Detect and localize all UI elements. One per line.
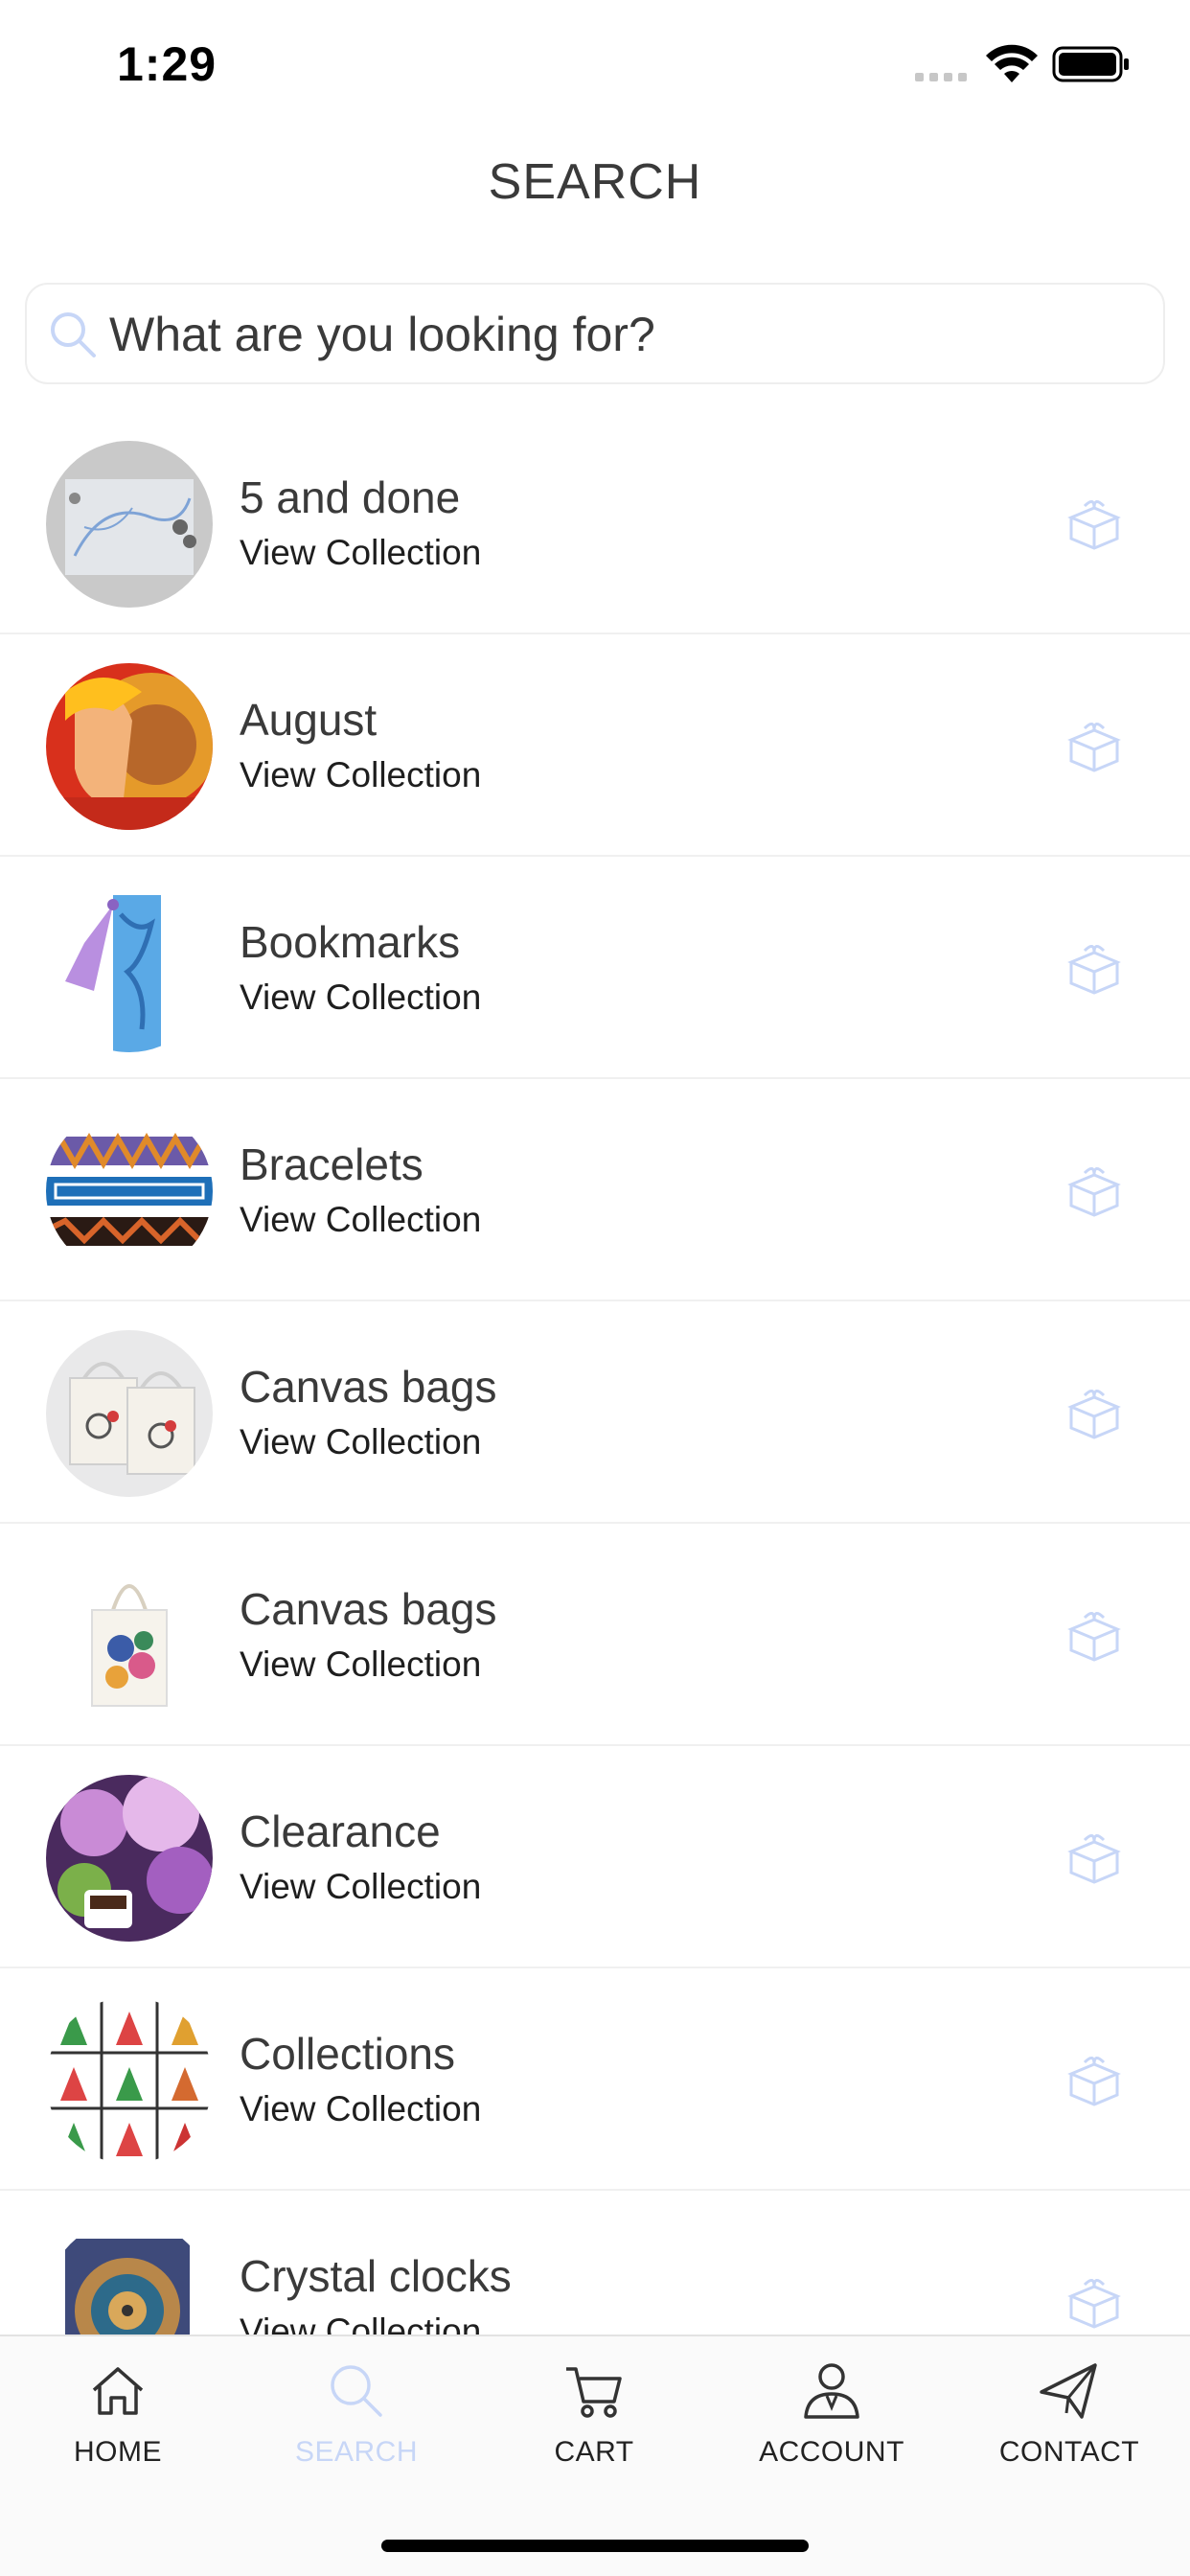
gift-box-icon[interactable] — [1064, 2273, 1125, 2334]
search-bar[interactable] — [25, 283, 1165, 384]
list-item[interactable]: Crystal clocks View Collection — [0, 2191, 1190, 2334]
battery-icon — [1052, 46, 1129, 82]
gift-box-icon[interactable] — [1064, 1162, 1125, 1223]
collection-title: August — [240, 695, 378, 745]
gift-box-icon[interactable] — [1064, 939, 1125, 1000]
gift-box-icon[interactable] — [1064, 1828, 1125, 1890]
collection-thumbnail — [46, 663, 213, 830]
collection-thumbnail — [46, 886, 213, 1052]
collection-title: Canvas bags — [240, 1362, 497, 1412]
tab-label: CART — [554, 2436, 634, 2468]
tab-home[interactable]: HOME — [22, 2358, 214, 2492]
collection-thumbnail — [46, 441, 213, 608]
view-collection-link[interactable]: View Collection — [240, 1422, 481, 1462]
collection-thumbnail — [46, 1552, 213, 1719]
search-input[interactable] — [109, 302, 1144, 367]
gift-box-icon[interactable] — [1064, 2051, 1125, 2112]
tab-label: CONTACT — [998, 2436, 1140, 2468]
collection-title: Clearance — [240, 1806, 441, 1856]
collection-thumbnail — [46, 2220, 213, 2334]
collection-title: Bookmarks — [240, 917, 461, 967]
collection-thumbnail — [46, 1997, 213, 2164]
search-icon — [51, 312, 96, 357]
paper-plane-icon — [1040, 2363, 1097, 2419]
view-collection-link[interactable]: View Collection — [240, 2089, 481, 2129]
home-indicator[interactable] — [381, 2540, 809, 2552]
collection-thumbnail — [46, 1108, 213, 1275]
list-item[interactable]: 5 and done View Collection — [0, 412, 1190, 634]
list-item[interactable]: Clearance View Collection — [0, 1746, 1190, 1968]
gift-box-icon[interactable] — [1064, 717, 1125, 778]
tab-cart[interactable]: CART — [498, 2358, 690, 2492]
collection-thumbnail — [46, 1775, 213, 1942]
view-collection-link[interactable]: View Collection — [240, 1644, 481, 1685]
home-icon — [92, 2367, 144, 2415]
list-item[interactable]: Canvas bags View Collection — [0, 1524, 1190, 1746]
list-item[interactable]: Canvas bags View Collection — [0, 1301, 1190, 1524]
search-icon — [331, 2365, 382, 2417]
cart-icon — [566, 2367, 622, 2418]
gift-box-icon[interactable] — [1064, 494, 1125, 556]
status-bar: 1:29 — [0, 0, 1190, 128]
collection-title: Canvas bags — [240, 1584, 497, 1634]
collection-thumbnail — [46, 1330, 213, 1497]
account-icon — [804, 2363, 859, 2419]
view-collection-link[interactable]: View Collection — [240, 755, 481, 795]
collection-title: Collections — [240, 2029, 455, 2079]
tab-label: HOME — [74, 2436, 162, 2468]
view-collection-link[interactable]: View Collection — [240, 978, 481, 1018]
tab-contact[interactable]: CONTACT — [973, 2358, 1165, 2492]
list-item[interactable]: Bracelets View Collection — [0, 1079, 1190, 1301]
list-item[interactable]: August View Collection — [0, 634, 1190, 857]
list-item[interactable]: Bookmarks View Collection — [0, 857, 1190, 1079]
tab-search[interactable]: SEARCH — [261, 2358, 452, 2492]
collection-title: Bracelets — [240, 1139, 423, 1189]
view-collection-link[interactable]: View Collection — [240, 533, 481, 573]
page-title: SEARCH — [488, 154, 702, 210]
wifi-icon — [986, 44, 1038, 82]
tab-account[interactable]: ACCOUNT — [736, 2358, 927, 2492]
tab-label: SEARCH — [294, 2436, 419, 2468]
status-time: 1:29 — [117, 37, 217, 91]
gift-box-icon[interactable] — [1064, 1384, 1125, 1445]
view-collection-link[interactable]: View Collection — [240, 2312, 481, 2334]
collection-title: Crystal clocks — [240, 2251, 512, 2301]
tab-label: ACCOUNT — [759, 2436, 904, 2468]
view-collection-link[interactable]: View Collection — [240, 1200, 481, 1240]
gift-box-icon[interactable] — [1064, 1606, 1125, 1668]
view-collection-link[interactable]: View Collection — [240, 1867, 481, 1907]
list-item[interactable]: Collections View Collection — [0, 1968, 1190, 2191]
collection-list: 5 and done View Collection August View C… — [0, 412, 1190, 2334]
collection-title: 5 and done — [240, 472, 461, 522]
cellular-signal-icon — [915, 73, 967, 81]
